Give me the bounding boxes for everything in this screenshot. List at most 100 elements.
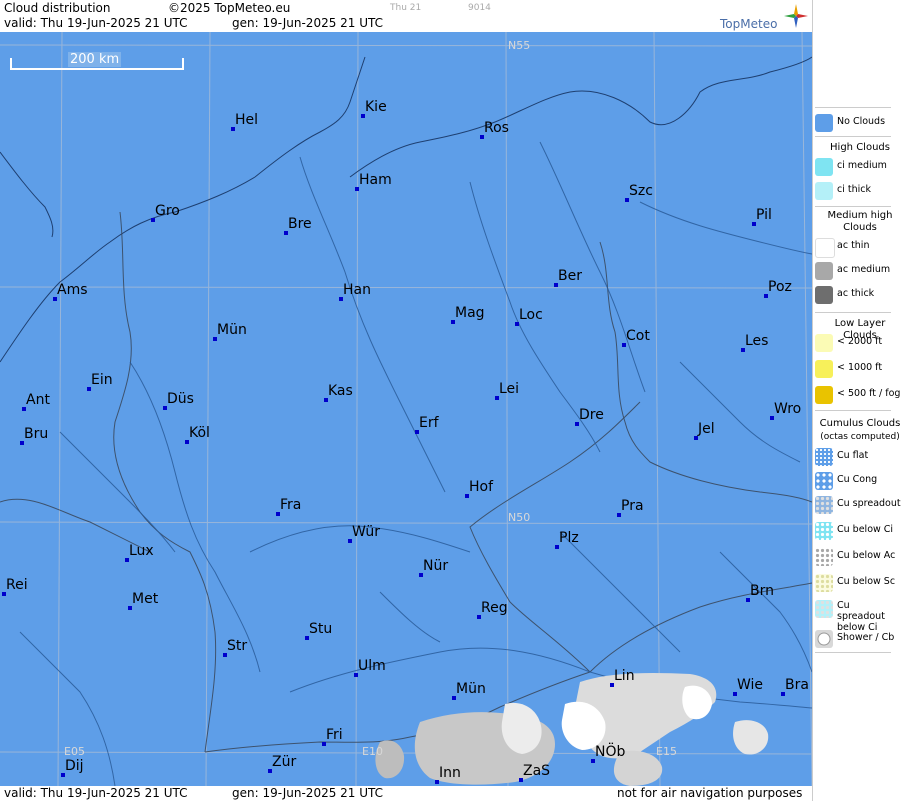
- legend-no-clouds: No Clouds: [815, 112, 903, 134]
- legend-label: Shower / Cb: [837, 632, 895, 643]
- city-label: Ein: [91, 372, 113, 388]
- legend-low-1000: < 1000 ft: [815, 358, 903, 380]
- legend-high-heading: High Clouds: [830, 142, 890, 153]
- shower-cb-swatch-icon: [815, 630, 833, 648]
- footer-disclaimer: not for air navigation purposes: [617, 786, 803, 800]
- city-label: Ber: [558, 268, 582, 284]
- city-label: Lux: [129, 543, 154, 559]
- cu-cong-swatch-icon: [815, 472, 833, 490]
- city-label: Pil: [756, 207, 772, 223]
- legend-label: < 2000 ft: [837, 336, 883, 347]
- legend-divider: [815, 206, 891, 207]
- city-label: Plz: [559, 530, 579, 546]
- legend-medium-heading: Medium high Clouds: [827, 210, 893, 233]
- faint-day: Thu 21: [390, 3, 422, 13]
- topmeteo-logo-icon: [783, 3, 809, 29]
- legend-label: < 500 ft / fog: [837, 388, 901, 399]
- city-label: Lei: [499, 381, 520, 397]
- legend-divider: [815, 410, 891, 411]
- scale-label: 200 km: [68, 52, 122, 67]
- grid-label-e10: E10: [362, 745, 383, 758]
- gen-time: gen: 19-Jun-2025 21 UTC: [232, 16, 384, 30]
- ac-thick-swatch-icon: [815, 286, 833, 304]
- city-label: Dre: [579, 407, 604, 423]
- grid-label-e05: E05: [64, 745, 85, 758]
- legend-label: ac medium: [837, 264, 891, 275]
- legend-low-fog: < 500 ft / fog: [815, 384, 903, 406]
- no-clouds-swatch-icon: [815, 114, 833, 132]
- city-label: Bru: [24, 426, 49, 442]
- city-label: Bra: [785, 677, 809, 693]
- legend-label: Cu flat: [837, 450, 869, 461]
- legend-cu-below-sc: Cu below Sc: [815, 572, 903, 594]
- city-label: Lin: [614, 668, 635, 684]
- city-label: Inn: [439, 765, 461, 781]
- city-label: Ams: [57, 282, 88, 298]
- city-label: Fri: [326, 727, 343, 743]
- city-label: Han: [343, 282, 371, 298]
- ci-medium-swatch-icon: [815, 158, 833, 176]
- map-geography: [0, 32, 812, 786]
- city-label: Cot: [626, 328, 650, 344]
- legend-label: ac thick: [837, 288, 875, 299]
- legend-label: Cu below Ac: [837, 550, 896, 561]
- legend-ac-thick: ac thick: [815, 284, 903, 306]
- footer-valid: valid: Thu 19-Jun-2025 21 UTC: [4, 786, 188, 800]
- cu-flat-swatch-icon: [815, 448, 833, 466]
- city-label: Fra: [280, 497, 302, 513]
- ac-thin-swatch-icon: [815, 238, 835, 258]
- city-label: Jel: [698, 421, 715, 437]
- city-label: Ulm: [358, 658, 386, 674]
- legend-cu-cong: Cu Cong: [815, 470, 903, 492]
- footer-bar: valid: Thu 19-Jun-2025 21 UTC gen: 19-Ju…: [0, 786, 812, 801]
- legend-ac-thin: ac thin: [815, 236, 903, 258]
- city-label: Ant: [26, 392, 50, 408]
- city-label: Wro: [774, 401, 802, 417]
- city-label: Wür: [352, 524, 380, 540]
- city-label: Köl: [189, 425, 210, 441]
- legend-panel: No Clouds High Clouds ci medium ci thick…: [812, 0, 904, 801]
- grid-label-n55: N55: [508, 39, 531, 52]
- city-label: Zür: [272, 754, 297, 770]
- city-label: Rei: [6, 577, 28, 593]
- city-label: Szc: [629, 183, 653, 199]
- cloud-patches: [375, 672, 769, 786]
- city-label: Loc: [519, 307, 543, 323]
- legend-label: Cu below Sc: [837, 576, 896, 587]
- cu-below-sc-swatch-icon: [815, 574, 833, 592]
- city-label: Met: [132, 591, 159, 607]
- cu-spread-ci-swatch-icon: [815, 600, 833, 618]
- legend-cu-heading: Cumulus Clouds: [819, 418, 901, 429]
- chart-title: Cloud distribution: [4, 1, 111, 15]
- city-label: Gro: [155, 203, 180, 219]
- legend-cu-below-ac: Cu below Ac: [815, 546, 903, 568]
- legend-ac-medium: ac medium: [815, 260, 903, 282]
- valid-time: valid: Thu 19-Jun-2025 21 UTC: [4, 16, 188, 30]
- faint-code: 9014: [468, 3, 491, 13]
- legend-label: Cu below Ci: [837, 524, 894, 535]
- city-label: Ros: [484, 120, 509, 136]
- city-label: Reg: [481, 600, 508, 616]
- city-label: Ham: [359, 172, 392, 188]
- city-label: Hel: [235, 112, 259, 128]
- legend-divider: [815, 107, 891, 108]
- city-label: Wie: [737, 677, 764, 693]
- legend-shower: Shower / Cb: [815, 628, 903, 650]
- city-label: Kas: [328, 383, 353, 399]
- cu-spread-swatch-icon: [815, 496, 833, 514]
- legend-low-2000: < 2000 ft: [815, 332, 903, 354]
- city-label: Mün: [456, 681, 486, 697]
- city-label: Stu: [309, 621, 333, 637]
- fog-swatch-icon: [815, 386, 833, 404]
- low-2000-swatch-icon: [815, 334, 833, 352]
- legend-label: Cu spreadout: [837, 498, 901, 509]
- city-label: Nür: [423, 558, 449, 574]
- city-label: Les: [745, 333, 769, 349]
- map-area[interactable]: N55 N50 E05 E10 E15 200 km Kie Hel Ros Ham S…: [0, 32, 812, 786]
- city-label: Bre: [288, 216, 312, 232]
- legend-ci-thick: ci thick: [815, 180, 903, 202]
- legend-label: ci thick: [837, 184, 871, 195]
- legend-cu-spread-ci: Cu spreadout below Ci: [815, 598, 903, 633]
- city-label: Düs: [167, 391, 194, 407]
- legend-label: Cu Cong: [837, 474, 878, 485]
